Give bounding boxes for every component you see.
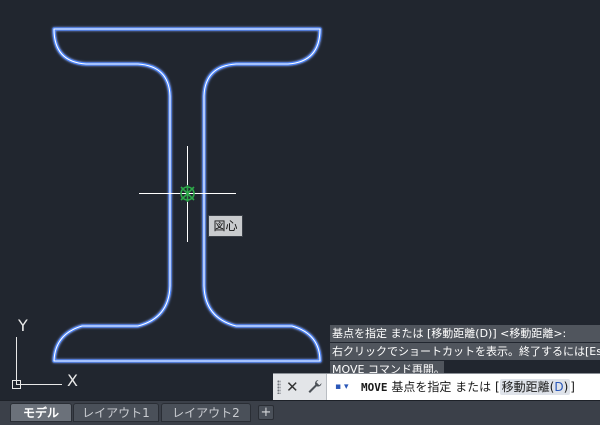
wrench-icon[interactable] (306, 378, 323, 395)
command-keyword: MOVE (361, 381, 388, 394)
ucs-x-label: X (67, 371, 78, 390)
command-line[interactable]: ✕ ▪ ▾ MOVE 基点を指定 または [移動距離(D)] (273, 373, 600, 400)
recent-commands-icon[interactable]: ▪ ▾ (335, 379, 353, 395)
command-option[interactable]: 移動距離(D) (499, 379, 571, 395)
grip-handle[interactable] (277, 380, 281, 394)
layout-tab-bar: モデル レイアウト1 レイアウト2 + (0, 400, 600, 425)
history-line: 基点を指定 または [移動距離(D)] <移動距離>: (330, 325, 600, 342)
ucs-y-label: Y (17, 316, 28, 335)
tab-layout1[interactable]: レイアウト1 (73, 403, 159, 422)
tab-layout2[interactable]: レイアウト2 (161, 403, 251, 422)
snap-tooltip: 図心 (208, 215, 243, 237)
close-icon[interactable]: ✕ (286, 377, 299, 397)
command-line-toolbar: ✕ (273, 374, 327, 400)
command-option-key: D (554, 380, 564, 394)
command-prompt-end: ] (570, 380, 575, 394)
command-option-label: 移動距離( (501, 380, 555, 394)
command-prompt[interactable]: MOVE 基点を指定 または [移動距離(D)] (361, 374, 575, 400)
add-layout-button[interactable]: + (258, 405, 274, 420)
command-history: 基点を指定 または [移動距離(D)] <移動距離>: 右クリックでショートカッ… (330, 325, 600, 379)
command-option-close: ) (563, 380, 569, 394)
tab-model[interactable]: モデル (10, 403, 72, 422)
command-prompt-text: 基点を指定 または [ (391, 380, 500, 394)
history-line: 右クリックでショートカットを表示。終了するには[Esc] (330, 343, 600, 360)
ucs-icon (12, 337, 62, 389)
